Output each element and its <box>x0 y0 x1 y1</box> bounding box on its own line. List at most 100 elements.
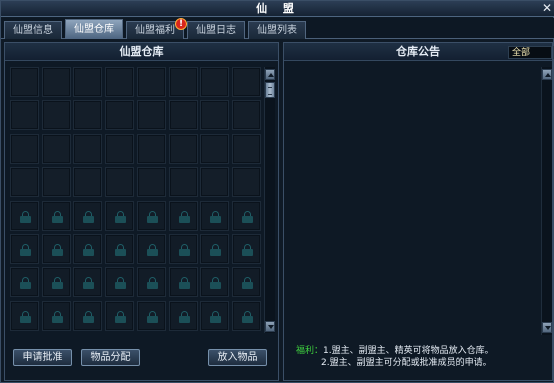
locked-slot[interactable] <box>10 234 39 264</box>
locked-slot[interactable] <box>169 234 198 264</box>
warehouse-slot[interactable] <box>169 134 198 164</box>
locked-slot[interactable] <box>73 201 102 231</box>
warehouse-slot[interactable] <box>105 134 134 164</box>
warehouse-slot[interactable] <box>169 67 198 97</box>
approve-button[interactable]: 申请批准 <box>13 349 72 366</box>
warehouse-slot[interactable] <box>10 134 39 164</box>
warehouse-slot[interactable] <box>10 167 39 197</box>
locked-slot[interactable] <box>42 201 71 231</box>
warehouse-slot[interactable] <box>137 167 166 197</box>
warehouse-slot[interactable] <box>105 100 134 130</box>
warehouse-slot[interactable] <box>232 100 261 130</box>
warehouse-slot[interactable] <box>73 67 102 97</box>
locked-slot[interactable] <box>42 267 71 297</box>
notice-filter-dropdown[interactable]: 全部 <box>508 46 554 59</box>
lock-icon <box>210 244 221 256</box>
warehouse-grid <box>10 67 264 333</box>
notice-scrollbar[interactable] <box>541 67 552 335</box>
warehouse-slot[interactable] <box>169 100 198 130</box>
locked-slot[interactable] <box>169 201 198 231</box>
warehouse-slot[interactable] <box>232 167 261 197</box>
locked-slot[interactable] <box>105 267 134 297</box>
lock-icon <box>52 277 63 289</box>
locked-slot[interactable] <box>105 234 134 264</box>
scroll-thumb[interactable] <box>265 82 275 98</box>
tab-guild-list[interactable]: 仙盟列表 <box>248 21 306 39</box>
locked-slot[interactable] <box>232 234 261 264</box>
lock-icon <box>20 244 31 256</box>
warehouse-slot[interactable] <box>200 134 229 164</box>
warehouse-slot[interactable] <box>10 67 39 97</box>
locked-slot[interactable] <box>137 234 166 264</box>
warehouse-slot[interactable] <box>200 67 229 97</box>
scroll-up-icon[interactable] <box>265 69 275 80</box>
warehouse-title: 仙盟仓库 <box>5 43 278 61</box>
close-icon[interactable]: ✕ <box>541 2 553 15</box>
locked-slot[interactable] <box>105 201 134 231</box>
locked-slot[interactable] <box>169 267 198 297</box>
warehouse-slot[interactable] <box>42 100 71 130</box>
distribute-button[interactable]: 物品分配 <box>81 349 140 366</box>
lock-icon <box>210 277 221 289</box>
warehouse-slot[interactable] <box>73 167 102 197</box>
scroll-down-icon[interactable] <box>542 322 552 333</box>
warehouse-slot[interactable] <box>73 134 102 164</box>
locked-slot[interactable] <box>10 201 39 231</box>
locked-slot[interactable] <box>73 301 102 331</box>
window-title: 仙 盟 <box>256 2 300 15</box>
locked-slot[interactable] <box>137 201 166 231</box>
warehouse-scrollbar[interactable] <box>264 67 275 333</box>
locked-slot[interactable] <box>200 201 229 231</box>
warehouse-slot[interactable] <box>137 134 166 164</box>
warehouse-panel: 仙盟仓库 申请批准 物品分配 放入物品 <box>4 42 279 381</box>
locked-slot[interactable] <box>10 301 39 331</box>
locked-slot[interactable] <box>73 267 102 297</box>
lock-icon <box>210 311 221 323</box>
scroll-up-icon[interactable] <box>542 69 552 80</box>
lock-icon <box>20 277 31 289</box>
locked-slot[interactable] <box>232 201 261 231</box>
locked-slot[interactable] <box>10 267 39 297</box>
locked-slot[interactable] <box>105 301 134 331</box>
lock-icon <box>179 211 190 223</box>
guild-window: 仙 盟 ✕ 仙盟信息 仙盟仓库 仙盟福利 ! 仙盟日志 仙盟列表 仙盟仓库 申请… <box>0 0 554 383</box>
warehouse-slot[interactable] <box>10 100 39 130</box>
warehouse-slot[interactable] <box>105 167 134 197</box>
locked-slot[interactable] <box>42 301 71 331</box>
warehouse-slot[interactable] <box>232 134 261 164</box>
locked-slot[interactable] <box>232 267 261 297</box>
tips-line-2: 2.盟主、副盟主可分配或批准成员的申请。 <box>321 358 492 368</box>
tab-guild-warehouse[interactable]: 仙盟仓库 <box>65 19 123 39</box>
lock-icon <box>242 211 253 223</box>
warehouse-slot[interactable] <box>169 167 198 197</box>
scroll-down-icon[interactable] <box>265 321 275 332</box>
warehouse-slot[interactable] <box>73 100 102 130</box>
lock-icon <box>242 244 253 256</box>
tab-guild-info[interactable]: 仙盟信息 <box>4 21 62 39</box>
lock-icon <box>147 211 158 223</box>
lock-icon <box>115 211 126 223</box>
locked-slot[interactable] <box>232 301 261 331</box>
notice-content <box>288 67 538 337</box>
warehouse-slot[interactable] <box>232 67 261 97</box>
warehouse-slot[interactable] <box>137 100 166 130</box>
tab-bar: 仙盟信息 仙盟仓库 仙盟福利 ! 仙盟日志 仙盟列表 <box>1 18 554 39</box>
locked-slot[interactable] <box>200 234 229 264</box>
tab-guild-log[interactable]: 仙盟日志 <box>187 21 245 39</box>
locked-slot[interactable] <box>200 267 229 297</box>
locked-slot[interactable] <box>137 267 166 297</box>
deposit-button[interactable]: 放入物品 <box>208 349 267 366</box>
warehouse-slot[interactable] <box>200 167 229 197</box>
warehouse-slot[interactable] <box>42 67 71 97</box>
warehouse-slot[interactable] <box>105 67 134 97</box>
warehouse-slot[interactable] <box>200 100 229 130</box>
locked-slot[interactable] <box>42 234 71 264</box>
locked-slot[interactable] <box>137 301 166 331</box>
locked-slot[interactable] <box>169 301 198 331</box>
warehouse-slot[interactable] <box>42 167 71 197</box>
warehouse-slot[interactable] <box>42 134 71 164</box>
lock-icon <box>52 244 63 256</box>
warehouse-slot[interactable] <box>137 67 166 97</box>
locked-slot[interactable] <box>73 234 102 264</box>
locked-slot[interactable] <box>200 301 229 331</box>
